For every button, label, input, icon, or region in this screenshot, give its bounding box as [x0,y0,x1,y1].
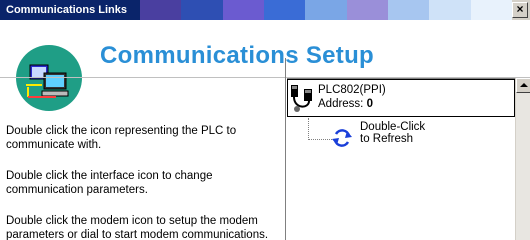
plc-name: PLC802(PPI) [318,84,386,96]
title-bar-segment [222,0,264,20]
refresh-label-line1: Double-Click [360,121,426,133]
plc-icon [291,85,312,112]
refresh-icon[interactable] [330,128,354,148]
tree-scrollbar[interactable] [515,78,530,240]
close-button[interactable]: × [512,2,528,18]
title-bar-segment [181,0,223,20]
panel-divider [285,58,286,240]
help-text-modem: Double click the modem icon to setup the… [6,215,269,240]
window-title: Communications Links [0,0,140,20]
title-bar-segment [263,0,306,20]
title-bar-segment [305,0,347,20]
scroll-up-button[interactable] [516,78,530,93]
address-value: 0 [366,98,373,110]
help-text-interface: Double click the interface icon to chang… [6,170,213,196]
tree-connector [308,118,332,140]
title-bar-gradient [140,0,512,20]
title-bar-segment [470,0,512,20]
title-bar: Communications Links × [0,0,530,20]
title-bar-segment [387,0,430,20]
help-text-plc: Double click the icon representing the P… [6,125,237,151]
title-bar-segment [346,0,388,20]
network-pc-icon [16,45,82,111]
tree-item-plc[interactable]: PLC802(PPI) Address: 0 [287,79,515,117]
title-bar-segment [140,0,182,20]
refresh-label-line2: to Refresh [360,133,414,145]
refresh-label[interactable]: Double-Click to Refresh [360,121,425,145]
title-bar-segment [429,0,471,20]
page-title: Communications Setup [100,42,375,69]
plc-address: Address: 0 [318,98,373,110]
address-label: Address: [318,98,364,110]
